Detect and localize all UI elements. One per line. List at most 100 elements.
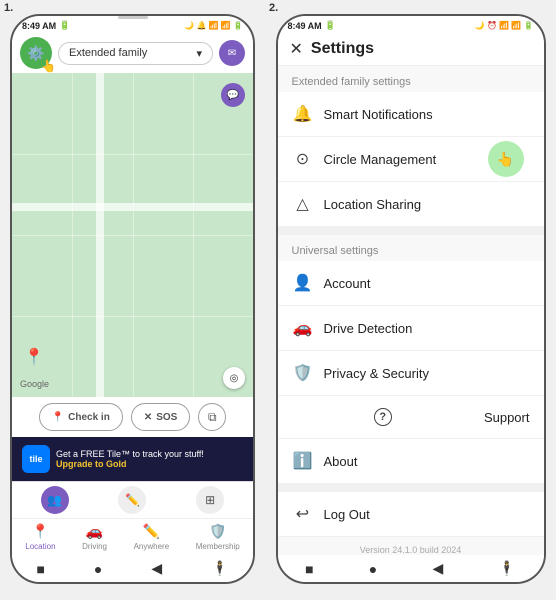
promo-text: Get a FREE Tile™ to track your stuff! Up… — [56, 449, 243, 469]
nav-item-location[interactable]: 📍 Location — [25, 523, 55, 551]
bell-icon: 🔔 — [292, 104, 314, 124]
settings-item-about[interactable]: ℹ️ About — [278, 439, 544, 484]
cursor-icon: 👆 — [41, 59, 56, 73]
top-bar: ⚙️ 👆 Extended family ▾ ✉ — [12, 33, 253, 73]
sos-x-icon: ✕ — [144, 412, 152, 423]
map-road-v — [96, 73, 104, 397]
battery-left: 🔋 — [59, 20, 70, 31]
phone-left: 8:49 AM 🔋 🌙 🔔 📶 📶 🔋 ⚙️ 👆 Extended family… — [10, 14, 255, 584]
android-nav-bar: ■ ● ◀ 🕴 — [12, 555, 253, 582]
android-back-btn[interactable]: ■ — [36, 561, 44, 577]
privacy-label: Privacy & Security — [324, 366, 429, 381]
time-right: 8:49 AM — [288, 21, 322, 31]
settings-item-account[interactable]: 👤 Account — [278, 261, 544, 306]
driving-nav-label: Driving — [82, 542, 107, 551]
map-marker: 📍 — [24, 347, 44, 367]
extended-section-header: Extended family settings — [278, 66, 544, 92]
tile-logo-text: tile — [29, 454, 42, 464]
left-panel: 1. 8:49 AM 🔋 🌙 🔔 📶 📶 🔋 ⚙️ 👆 — [0, 0, 265, 600]
status-bar-right-icons: 🌙 🔔 📶 📶 🔋 — [184, 21, 243, 30]
checkin-button[interactable]: 📍 Check in — [39, 403, 123, 431]
signal-icons-left: 🌙 🔔 📶 📶 🔋 — [184, 21, 243, 30]
battery-right: 🔋 — [325, 20, 336, 31]
logout-label: Log Out — [324, 507, 370, 522]
nav-tab-bar: 👥 ✏️ ⊞ — [12, 481, 253, 518]
nav-item-driving[interactable]: 🚗 Driving — [82, 523, 107, 551]
close-button[interactable]: ✕ — [290, 39, 303, 59]
circle-label: Circle Management — [324, 152, 437, 167]
map-road-h — [12, 203, 253, 211]
bottom-nav: 📍 Location 🚗 Driving ✏️ Anywhere 🛡️ Memb… — [12, 518, 253, 555]
anywhere-nav-label: Anywhere — [134, 542, 170, 551]
tile-logo: tile — [22, 445, 50, 473]
support-icon: ? — [374, 408, 392, 426]
android-recent-btn-right[interactable]: ◀ — [432, 560, 443, 577]
android-menu-btn[interactable]: 🕴 — [211, 560, 228, 577]
map-grid — [72, 73, 73, 397]
android-home-btn[interactable]: ● — [94, 561, 102, 577]
settings-item-location-sharing[interactable]: △ Location Sharing — [278, 182, 544, 227]
anywhere-nav-icon: ✏️ — [143, 523, 160, 540]
nav-tab-pencil[interactable]: ✏️ — [118, 486, 146, 514]
checkin-label: Check in — [68, 412, 110, 423]
chevron-down-icon: ▾ — [196, 47, 202, 60]
phone-right: 8:49 AM 🔋 🌙 ⏰ 📶 📶 🔋 ✕ Settings Extended … — [276, 14, 546, 584]
android-home-btn-right[interactable]: ● — [369, 561, 377, 577]
status-bar-right: 8:49 AM 🔋 🌙 ⏰ 📶 📶 🔋 — [278, 16, 544, 33]
action-buttons-bar: 📍 Check in ✕ SOS ⧉ — [12, 397, 253, 437]
nav-tab-grid[interactable]: ⊞ — [196, 486, 224, 514]
settings-gear-button[interactable]: ⚙️ 👆 — [20, 37, 52, 69]
pin-icon: 📍 — [52, 412, 64, 423]
sos-button[interactable]: ✕ SOS — [131, 403, 191, 431]
status-time-right: 8:49 AM 🔋 — [288, 20, 336, 31]
version-text: Version 24.1.0 build 2024 — [278, 537, 544, 555]
settings-item-notifications[interactable]: 🔔 Smart Notifications — [278, 92, 544, 137]
about-icon: ℹ️ — [292, 451, 314, 471]
family-dropdown[interactable]: Extended family ▾ — [58, 42, 213, 65]
nav-item-anywhere[interactable]: ✏️ Anywhere — [134, 523, 170, 551]
map-grid — [133, 73, 134, 397]
settings-header: ✕ Settings — [278, 33, 544, 66]
settings-item-privacy[interactable]: 🛡️ Privacy & Security — [278, 351, 544, 396]
settings-item-logout[interactable]: ↩ Log Out — [278, 492, 544, 537]
privacy-icon: 🛡️ — [292, 363, 314, 383]
map-google-label: Google — [20, 379, 49, 389]
green-highlight: 👆 — [488, 141, 524, 177]
membership-nav-label: Membership — [196, 542, 240, 551]
mail-button[interactable]: ✉ — [219, 40, 245, 66]
settings-item-circle[interactable]: ⊙ Circle Management 👆 — [278, 137, 544, 182]
settings-item-support[interactable]: ? Support — [278, 396, 544, 439]
drag-handle — [118, 16, 148, 19]
location-nav-label: Location — [25, 542, 55, 551]
android-menu-btn-right[interactable]: 🕴 — [498, 560, 515, 577]
logout-icon: ↩ — [292, 504, 314, 524]
account-icon: 👤 — [292, 273, 314, 293]
layers-button[interactable]: ⧉ — [198, 403, 226, 431]
finger-icon: 👆 — [497, 151, 514, 168]
driving-nav-icon: 🚗 — [86, 523, 103, 540]
settings-divider — [278, 227, 544, 235]
time-left: 8:49 AM — [22, 21, 56, 31]
android-back-btn-right[interactable]: ■ — [305, 561, 313, 577]
status-icons-right: 🌙 ⏰ 📶 📶 🔋 — [475, 21, 534, 30]
screen-container: 1. 8:49 AM 🔋 🌙 🔔 📶 📶 🔋 ⚙️ 👆 — [0, 0, 556, 600]
nav-tab-people[interactable]: 👥 — [41, 486, 69, 514]
settings-item-drive[interactable]: 🚗 Drive Detection — [278, 306, 544, 351]
compass-button[interactable]: ◎ — [223, 367, 245, 389]
android-recent-btn[interactable]: ◀ — [151, 560, 162, 577]
notifications-label: Smart Notifications — [324, 107, 433, 122]
nav-item-membership[interactable]: 🛡️ Membership — [196, 523, 240, 551]
settings-divider-2 — [278, 484, 544, 492]
map-area: 💬 Google 📍 ◎ — [12, 73, 253, 397]
family-dropdown-label: Extended family — [69, 47, 147, 59]
chat-button[interactable]: 💬 — [221, 83, 245, 107]
android-nav-bar-right: ■ ● ◀ 🕴 — [278, 555, 544, 582]
drive-label: Drive Detection — [324, 321, 413, 336]
location-sharing-label: Location Sharing — [324, 197, 422, 212]
universal-section-header: Universal settings — [278, 235, 544, 261]
warning-icon: △ — [292, 194, 314, 214]
about-label: About — [324, 454, 358, 469]
signal-icons-right: 🌙 ⏰ 📶 📶 🔋 — [475, 21, 534, 30]
promo-banner[interactable]: tile Get a FREE Tile™ to track your stuf… — [12, 437, 253, 481]
membership-nav-icon: 🛡️ — [209, 523, 226, 540]
